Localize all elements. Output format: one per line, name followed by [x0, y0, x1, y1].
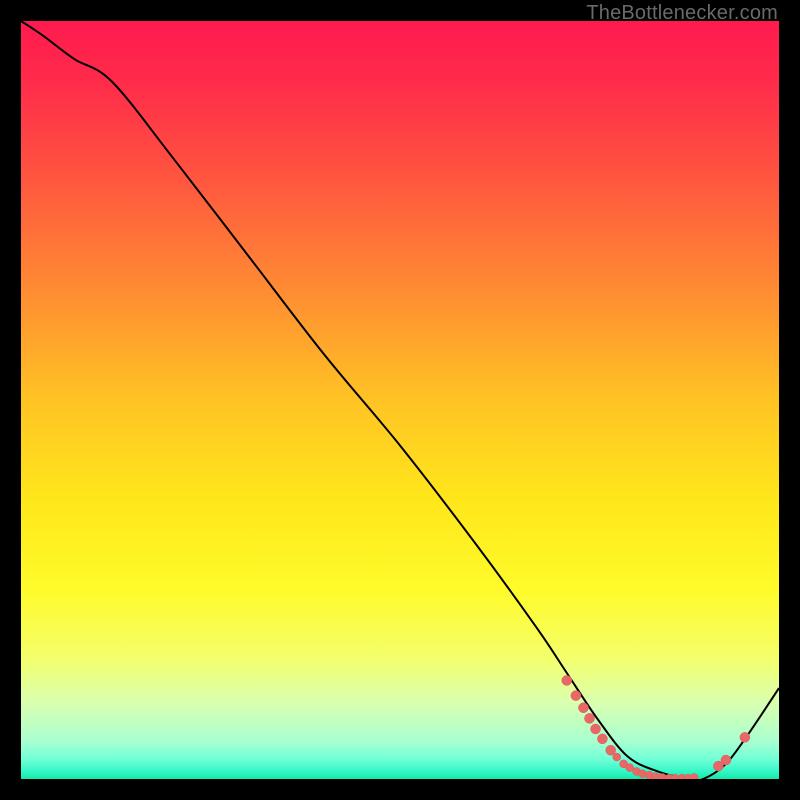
data-marker [721, 755, 731, 765]
watermark-text: TheBottlenecker.com [586, 2, 778, 25]
gradient-background [21, 21, 779, 779]
data-marker [740, 732, 750, 742]
data-marker [578, 703, 588, 713]
data-marker [613, 753, 621, 761]
data-marker [597, 734, 607, 744]
bottleneck-chart [21, 21, 779, 779]
data-marker [585, 713, 595, 723]
chart-frame [21, 21, 779, 779]
data-marker [562, 675, 572, 685]
data-marker [591, 724, 601, 734]
data-marker [690, 773, 698, 779]
data-marker [571, 691, 581, 701]
